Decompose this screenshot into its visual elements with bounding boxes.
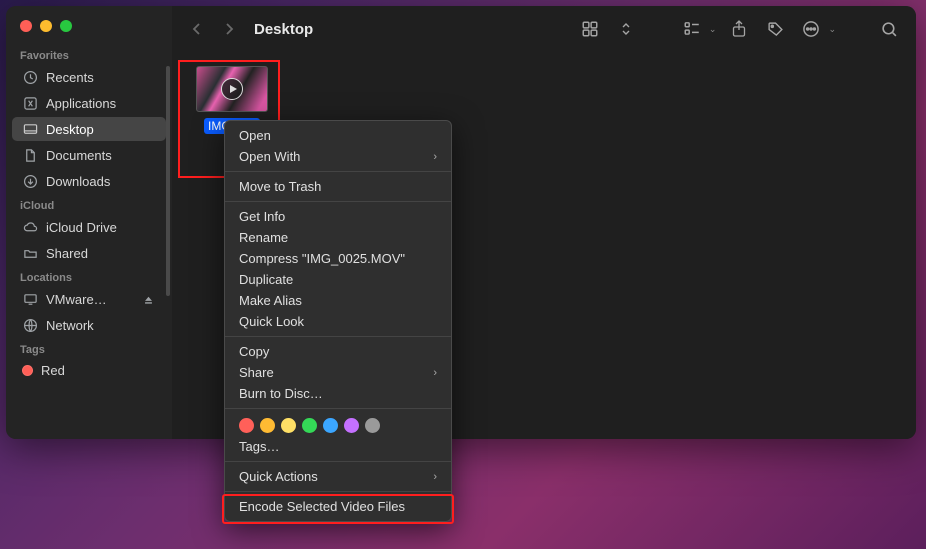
menu-item-get-info[interactable]: Get Info <box>225 206 451 227</box>
sidebar-item-network[interactable]: Network <box>12 313 166 337</box>
menu-item-rename[interactable]: Rename <box>225 227 451 248</box>
sidebar-item-label: Downloads <box>46 174 110 189</box>
sidebar-item-vmware[interactable]: VMware… <box>12 287 166 311</box>
share-button[interactable] <box>726 20 752 38</box>
sidebar-item-desktop[interactable]: Desktop <box>12 117 166 141</box>
menu-item-make-alias[interactable]: Make Alias <box>225 290 451 311</box>
back-button[interactable] <box>186 21 208 37</box>
menu-item-share[interactable]: Share› <box>225 362 451 383</box>
menu-separator <box>225 336 451 337</box>
sidebar-item-downloads[interactable]: Downloads <box>12 169 166 193</box>
sidebar-item-label: iCloud Drive <box>46 220 117 235</box>
desktop-icon <box>22 121 38 137</box>
menu-separator <box>225 408 451 409</box>
sidebar-section-tags: Tags <box>6 338 172 358</box>
zoom-window-button[interactable] <box>60 20 72 32</box>
menu-item-duplicate[interactable]: Duplicate <box>225 269 451 290</box>
sidebar-item-label: VMware… <box>46 292 107 307</box>
menu-item-burn[interactable]: Burn to Disc… <box>225 383 451 404</box>
chevron-right-icon: › <box>433 367 437 379</box>
view-icons-button[interactable] <box>577 20 603 38</box>
applications-icon <box>22 95 38 111</box>
tag-color-orange[interactable] <box>260 418 275 433</box>
sidebar-item-applications[interactable]: Applications <box>12 91 166 115</box>
menu-separator <box>225 171 451 172</box>
sidebar-section-locations: Locations <box>6 266 172 286</box>
menu-item-encode-video[interactable]: Encode Selected Video Files <box>225 496 451 517</box>
search-button[interactable] <box>876 21 902 38</box>
chevron-down-icon: ⌄ <box>709 24 717 35</box>
chevron-right-icon: › <box>433 471 437 483</box>
menu-item-quick-actions[interactable]: Quick Actions› <box>225 466 451 487</box>
chevron-down-icon: ⌄ <box>828 24 836 35</box>
play-icon <box>221 78 243 100</box>
cloud-icon <box>22 219 38 235</box>
updown-chevron-icon[interactable] <box>613 22 639 36</box>
toolbar: Desktop ⌄ ⌄ <box>172 6 916 52</box>
chevron-right-icon: › <box>433 151 437 163</box>
forward-button[interactable] <box>218 21 240 37</box>
finder-window: Favorites Recents Applications Desktop D… <box>6 6 916 439</box>
group-button[interactable] <box>679 20 705 38</box>
tag-color-gray[interactable] <box>365 418 380 433</box>
sidebar-section-favorites: Favorites <box>6 44 172 64</box>
sidebar: Favorites Recents Applications Desktop D… <box>6 6 172 439</box>
sidebar-item-shared[interactable]: Shared <box>12 241 166 265</box>
tag-color-green[interactable] <box>302 418 317 433</box>
clock-icon <box>22 69 38 85</box>
context-menu: Open Open With› Move to Trash Get Info R… <box>224 120 452 522</box>
sidebar-section-icloud: iCloud <box>6 194 172 214</box>
tag-color-purple[interactable] <box>344 418 359 433</box>
tag-color-blue[interactable] <box>323 418 338 433</box>
menu-separator <box>225 201 451 202</box>
close-window-button[interactable] <box>20 20 32 32</box>
menu-tag-colors <box>225 413 451 436</box>
sidebar-item-label: Recents <box>46 70 94 85</box>
menu-separator <box>225 461 451 462</box>
action-button[interactable] <box>798 20 824 38</box>
documents-icon <box>22 147 38 163</box>
menu-item-copy[interactable]: Copy <box>225 341 451 362</box>
minimize-window-button[interactable] <box>40 20 52 32</box>
window-title: Desktop <box>254 21 313 38</box>
video-thumbnail[interactable] <box>196 66 268 112</box>
sidebar-item-label: Desktop <box>46 122 94 137</box>
sidebar-item-label: Applications <box>46 96 116 111</box>
window-controls <box>6 16 172 44</box>
menu-item-compress[interactable]: Compress "IMG_0025.MOV" <box>225 248 451 269</box>
computer-icon <box>22 291 38 307</box>
sidebar-item-label: Red <box>41 363 65 378</box>
tag-dot-icon <box>22 365 33 376</box>
sidebar-item-label: Shared <box>46 246 88 261</box>
eject-icon[interactable] <box>140 291 156 307</box>
sidebar-item-icloud-drive[interactable]: iCloud Drive <box>12 215 166 239</box>
downloads-icon <box>22 173 38 189</box>
sidebar-item-tag-red[interactable]: Red <box>12 359 166 382</box>
menu-item-trash[interactable]: Move to Trash <box>225 176 451 197</box>
menu-item-tags[interactable]: Tags… <box>225 436 451 457</box>
sidebar-item-label: Network <box>46 318 94 333</box>
scrollbar[interactable] <box>166 66 170 296</box>
sidebar-item-recents[interactable]: Recents <box>12 65 166 89</box>
sidebar-item-label: Documents <box>46 148 112 163</box>
menu-item-open-with[interactable]: Open With› <box>225 146 451 167</box>
tag-color-red[interactable] <box>239 418 254 433</box>
menu-item-quick-look[interactable]: Quick Look <box>225 311 451 332</box>
shared-folder-icon <box>22 245 38 261</box>
network-icon <box>22 317 38 333</box>
sidebar-item-documents[interactable]: Documents <box>12 143 166 167</box>
tag-color-yellow[interactable] <box>281 418 296 433</box>
tags-button[interactable] <box>762 21 788 38</box>
menu-separator <box>225 491 451 492</box>
menu-item-open[interactable]: Open <box>225 125 451 146</box>
